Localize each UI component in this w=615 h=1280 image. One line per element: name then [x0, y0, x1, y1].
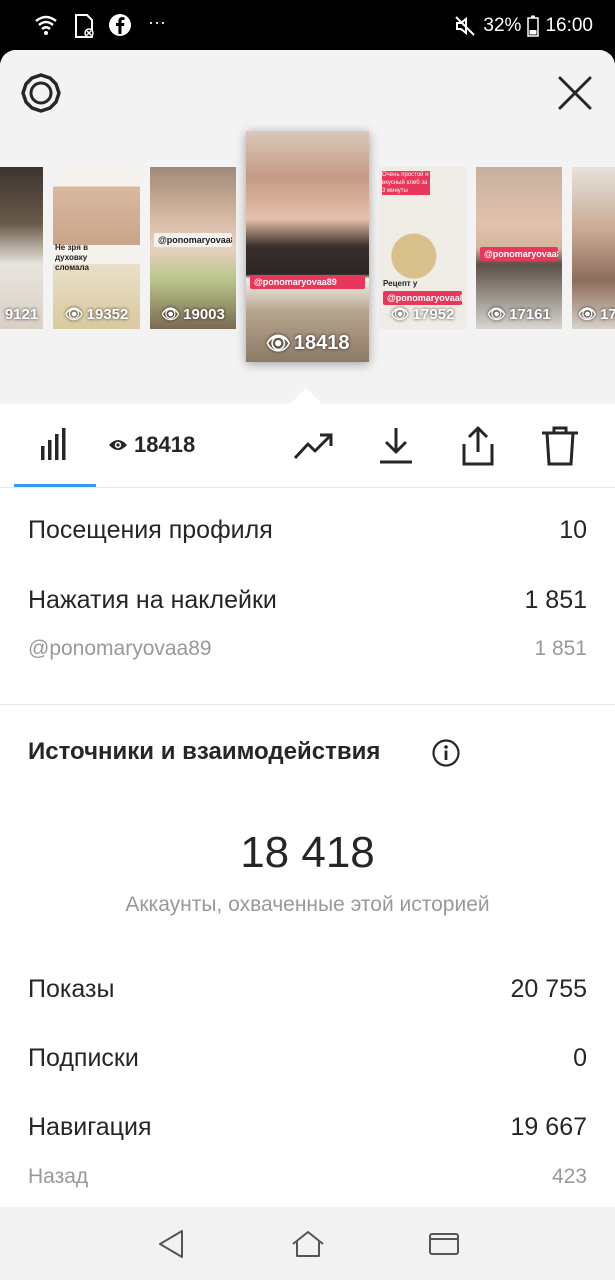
- follows-label: Подписки: [28, 1044, 139, 1072]
- story-thumbnail[interactable]: 👁 17: [572, 167, 615, 329]
- recents-nav-icon[interactable]: [424, 1227, 464, 1261]
- eye-icon: [109, 440, 127, 450]
- bar-chart-icon[interactable]: [33, 424, 77, 468]
- story-mention-tag: @ponomaryovaa89: [480, 247, 558, 261]
- status-right: 32% 16:00: [453, 12, 593, 40]
- status-bar: ··· 32% 16:00: [0, 0, 615, 50]
- back-row: Назад 423: [28, 1165, 587, 1189]
- impressions-label: Показы: [28, 975, 115, 1003]
- navigation-row: Навигация 19 667: [28, 1113, 587, 1142]
- sources-title: Источники и взаимодействия: [28, 738, 381, 765]
- selected-story-pointer: [289, 388, 323, 405]
- active-tab-indicator: [14, 484, 96, 487]
- story-insights-sheet: 9121 Не зря в духовку сломала 👁 19352 @po…: [0, 50, 615, 1207]
- back-label: Назад: [28, 1165, 89, 1188]
- story-view-count: 👁 19003: [161, 305, 225, 324]
- story-mention-tag: @ponomaryovaa89: [383, 291, 462, 305]
- mute-icon: [455, 16, 476, 36]
- story-thumbnail[interactable]: @ponomaryovaa89 👁17161: [476, 167, 562, 329]
- battery-icon: [527, 15, 540, 37]
- more-notifications-indicator: ···: [148, 12, 166, 32]
- sticker-taps-row: Нажатия на наклейки 1 851: [28, 586, 587, 615]
- share-icon[interactable]: [456, 424, 500, 468]
- sticker-account-label: @ponomaryovaa89: [28, 637, 212, 660]
- story-thumbnail[interactable]: Очень простой и вкусный хлеб за 3 минуты…: [379, 167, 466, 329]
- trash-icon[interactable]: [538, 424, 582, 468]
- sticker-taps-value: 1 851: [524, 586, 587, 614]
- impressions-row: Показы 20 755: [28, 975, 587, 1004]
- sd-card-icon: [75, 14, 94, 38]
- navigation-label: Навигация: [28, 1113, 152, 1141]
- back-nav-icon[interactable]: [152, 1227, 192, 1261]
- story-mention-tag: @ponomaryovaa89: [250, 275, 365, 289]
- reach-label: Аккаунты, охваченные этой историей: [125, 893, 490, 916]
- settings-gear-icon[interactable]: [18, 70, 64, 116]
- story-carousel: 9121 Не зря в духовку сломала 👁 19352 @po…: [0, 50, 615, 405]
- story-caption: Не зря в духовку сломала: [55, 243, 89, 272]
- story-image: [0, 167, 43, 329]
- home-nav-icon[interactable]: [288, 1227, 328, 1261]
- reach-value: 18 418: [240, 828, 375, 877]
- story-view-count: 👁 18418: [265, 332, 350, 355]
- views-count: 18418: [108, 432, 195, 458]
- back-value: 423: [551, 1165, 587, 1188]
- wifi-icon: [35, 15, 57, 35]
- profile-visits-label: Посещения профиля: [28, 516, 273, 544]
- follows-value: 0: [573, 1044, 587, 1072]
- battery-percent: 32%: [483, 15, 522, 36]
- story-thumbnail-selected[interactable]: @ponomaryovaa89 👁 18418: [246, 131, 369, 362]
- story-caption: Рецепт у: [383, 279, 418, 288]
- story-view-count: 👁 17952: [390, 305, 455, 324]
- facebook-icon: [109, 14, 131, 36]
- follows-row: Подписки 0: [28, 1044, 587, 1073]
- sticker-taps-label: Нажатия на наклейки: [28, 586, 277, 614]
- insights-toolbar: 18418: [0, 404, 615, 488]
- story-image: [246, 131, 369, 362]
- story-view-count: 👁 17: [578, 305, 615, 324]
- sticker-account-row[interactable]: @ponomaryovaa89 1 851: [28, 637, 587, 661]
- profile-visits-value: 10: [559, 516, 587, 544]
- system-navigation-bar: [0, 1207, 615, 1280]
- close-icon[interactable]: [552, 70, 598, 116]
- info-icon[interactable]: [431, 738, 461, 768]
- story-view-count: 9121: [4, 306, 39, 323]
- story-view-count: 👁 19352: [64, 305, 129, 324]
- profile-visits-row: Посещения профиля 10: [28, 516, 587, 545]
- views-count-value: 18418: [134, 432, 196, 457]
- story-mention-tag: @ponomaryovaa89: [154, 233, 232, 247]
- impressions-value: 20 755: [510, 975, 587, 1003]
- navigation-value: 19 667: [510, 1113, 587, 1141]
- trending-icon[interactable]: [292, 424, 336, 468]
- story-thumbnail[interactable]: @ponomaryovaa89 👁19003: [150, 167, 236, 329]
- sticker-account-value: 1 851: [534, 637, 587, 660]
- download-icon[interactable]: [374, 424, 418, 468]
- story-thumbnail[interactable]: Не зря в духовку сломала 👁 19352: [53, 167, 140, 329]
- story-thumbnail[interactable]: 9121: [0, 167, 43, 329]
- clock: 16:00: [545, 15, 593, 36]
- section-divider: [0, 704, 615, 705]
- story-view-count: 👁 17161: [487, 305, 551, 324]
- story-caption: Очень простой и вкусный хлеб за 3 минуты: [382, 171, 430, 195]
